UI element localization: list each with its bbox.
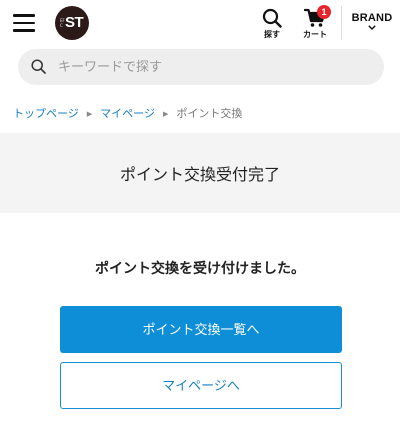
page-title-band: ポイント交換受付完了 [0, 133, 400, 213]
search-button-label: 探す [264, 30, 280, 39]
breadcrumb-current: ポイント交換 [176, 107, 243, 120]
site-logo[interactable]: EFC ST [55, 6, 89, 40]
search-input[interactable] [58, 49, 368, 85]
search-bar[interactable] [18, 49, 384, 85]
search-icon [262, 8, 282, 28]
brand-label: BRAND [351, 12, 393, 24]
breadcrumb-separator-icon: ▶ [162, 110, 169, 118]
search-button[interactable]: 探す [258, 8, 286, 42]
search-icon [31, 59, 46, 74]
chevron-down-icon [368, 25, 376, 30]
cart-button[interactable]: 1 カート [300, 5, 331, 42]
completion-message: ポイント交換を受け付けました。 [95, 261, 305, 277]
breadcrumb-separator-icon: ▶ [86, 110, 93, 118]
menu-icon-bar [13, 14, 35, 17]
menu-icon-bar [13, 29, 35, 32]
breadcrumb: トップページ ▶ マイページ ▶ ポイント交換 [13, 105, 242, 121]
header-divider [341, 6, 342, 40]
brand-menu-button[interactable]: BRAND [348, 12, 396, 40]
point-exchange-list-button[interactable]: ポイント交換一覧へ [60, 306, 342, 353]
mypage-button[interactable]: マイページへ [60, 362, 342, 409]
breadcrumb-link-mypage[interactable]: マイページ [100, 107, 155, 120]
cart-count-badge: 1 [317, 5, 331, 19]
breadcrumb-link-top[interactable]: トップページ [13, 107, 79, 120]
menu-icon[interactable] [13, 14, 35, 32]
cart-button-label: カート [303, 30, 327, 39]
menu-icon-bar [13, 21, 35, 25]
site-header: EFC ST 探す 1 カート BRAND [0, 0, 400, 46]
logo-text: ST [65, 14, 84, 31]
page-title: ポイント交換受付完了 [119, 165, 280, 184]
